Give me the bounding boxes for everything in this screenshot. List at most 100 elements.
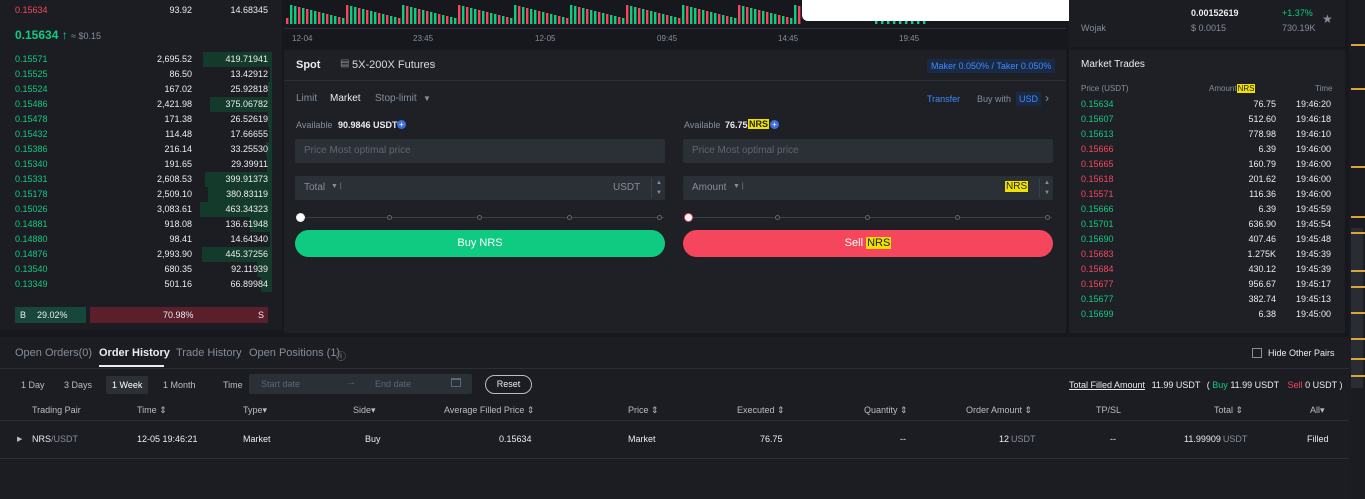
market-trade-row: 0.15677 382.74 19:45:13	[1081, 292, 1331, 307]
buy-slider-tick[interactable]	[657, 215, 662, 220]
row-order-amount-value: 12	[999, 434, 1010, 444]
scrollbar-thumb[interactable]	[1351, 228, 1363, 388]
buy-price-field[interactable]: Price Most optimal price	[295, 139, 665, 163]
sell-slider-tick[interactable]	[865, 215, 870, 220]
order-type-limit[interactable]: Limit	[296, 93, 317, 104]
sell-slider-tick[interactable]	[775, 215, 780, 220]
expand-row-icon[interactable]: ▶	[17, 435, 22, 443]
chevron-right-icon[interactable]: ›	[1045, 91, 1049, 105]
orderbook-row[interactable]: 0.14876 2,993.90 445.37256	[0, 247, 282, 262]
ticker-strip[interactable]: Wojak 0.00152619 $ 0.0015 +1.37% 730.19K…	[1069, 0, 1345, 47]
orderbook-row[interactable]: 0.15386 216.14 33.25530	[0, 142, 282, 157]
col-time[interactable]: Time ⇕	[137, 405, 167, 416]
orderbook-row[interactable]: 0.15340 191.65 29.39911	[0, 157, 282, 172]
stepper-icon[interactable]: ▲ ▼	[1039, 178, 1050, 198]
order-type-stop-limit[interactable]: Stop-limit	[375, 93, 417, 104]
buy-button[interactable]: Buy NRS	[295, 230, 665, 257]
stepper-icon[interactable]: ▲ ▼	[651, 178, 662, 198]
sell-slider-tick[interactable]	[1045, 215, 1050, 220]
col-executed[interactable]: Executed ⇕	[737, 405, 785, 416]
buy-slider-tick[interactable]	[567, 215, 572, 220]
orderbook-row[interactable]: 0.13540 680.35 92.11939	[0, 262, 282, 277]
range-1-day[interactable]: 1 Day	[15, 376, 51, 394]
orderbook-row[interactable]: 0.15178 2,509.10 380.83119	[0, 187, 282, 202]
col-side[interactable]: Side▾	[353, 405, 376, 416]
order-type-market[interactable]: Market	[330, 93, 361, 104]
buy-slider-tick[interactable]	[387, 215, 392, 220]
orderbook-row[interactable]: 0.14880 98.41 14.64340	[0, 232, 282, 247]
hide-pairs-label[interactable]: Hide Other Pairs	[1268, 348, 1335, 358]
orderbook-row[interactable]: 0.15432 114.48 17.66655	[0, 127, 282, 142]
buy-ratio-pct: 29.02%	[37, 310, 68, 320]
sell-slider-handle[interactable]	[684, 213, 693, 222]
tab-open-orders[interactable]: Open Orders(0)	[15, 347, 92, 359]
table-row[interactable]	[0, 425, 1349, 455]
row-type: Market	[243, 434, 271, 444]
price-chart[interactable]: 12-04 23:45 12-05 09:45 14:45 19:45	[284, 0, 1156, 47]
market-trade-amount: 430.12	[1248, 264, 1276, 274]
orderbook-row[interactable]: 0.15571 2,695.52 419.71941	[0, 52, 282, 67]
plus-circle-icon[interactable]: +	[770, 120, 779, 129]
buy-slider-tick[interactable]	[477, 215, 482, 220]
candle	[734, 18, 737, 24]
start-date[interactable]: Start date	[261, 379, 300, 389]
orderbook-price: 0.15026	[15, 204, 48, 214]
col-price[interactable]: Price ⇕	[628, 405, 659, 416]
buy-with-currency[interactable]: USD	[1016, 92, 1042, 106]
row-price: Market	[628, 434, 656, 444]
tab-order-history[interactable]: Order History	[99, 347, 170, 359]
star-icon[interactable]: ★	[1322, 12, 1333, 26]
market-trade-row: 0.15690 407.46 19:45:48	[1081, 232, 1331, 247]
end-date[interactable]: End date	[375, 379, 411, 389]
orderbook-row[interactable]: 0.15026 3,083.61 463.34323	[0, 202, 282, 217]
last-price-value: 0.15634	[15, 28, 59, 42]
sell-button[interactable]: Sell NRS	[683, 230, 1053, 257]
orderbook-row[interactable]: 0.14881 918.08 136.61948	[0, 217, 282, 232]
calendar-icon[interactable]	[451, 378, 461, 387]
tab-spot[interactable]: Spot	[296, 59, 320, 71]
orderbook-row[interactable]: 0.15525 86.50 13.42912	[0, 67, 282, 82]
orderbook-row[interactable]: 0.15524 167.02 25.92818	[0, 82, 282, 97]
orderbook-row[interactable]: 0.15478 171.38 26.52619	[0, 112, 282, 127]
orderbook-amount: 167.02	[164, 84, 192, 94]
info-icon[interactable]: ⓘ	[336, 348, 346, 363]
tab-trade-history[interactable]: Trade History	[176, 347, 242, 359]
buy-total-field[interactable]: Total ▼ | USDT ▲ ▼	[295, 176, 665, 200]
buy-slider-track[interactable]	[300, 217, 664, 218]
reset-button[interactable]: Reset	[485, 375, 532, 394]
orderbook-row[interactable]: 0.15331 2,608.53 399.91373	[0, 172, 282, 187]
range-3-days[interactable]: 3 Days	[58, 376, 98, 394]
hide-pairs-checkbox[interactable]	[1252, 348, 1262, 358]
range-1-week[interactable]: 1 Week	[106, 376, 149, 394]
candle	[402, 5, 405, 24]
sell-amount-field[interactable]: Amount ▼ | NRS ▲ ▼	[683, 176, 1053, 200]
orderbook-price: 0.15331	[15, 174, 48, 184]
buy-total-label[interactable]: Total	[304, 182, 325, 193]
sell-price-field[interactable]: Price Most optimal price	[683, 139, 1053, 163]
orderbook-top-row[interactable]: 0.15634 93.92 14.68345	[0, 3, 282, 18]
date-range-picker[interactable]: Start date → End date	[249, 374, 472, 394]
col-type[interactable]: Type▾	[243, 405, 267, 416]
plus-circle-icon[interactable]: +	[397, 120, 406, 129]
sell-slider-tick[interactable]	[955, 215, 960, 220]
sell-amount-label[interactable]: Amount	[692, 182, 726, 193]
sell-slider-track[interactable]	[688, 217, 1052, 218]
col-avg-price[interactable]: Average Filled Price ⇕	[444, 405, 534, 416]
orderbook-price: 0.13540	[15, 264, 48, 274]
col-total[interactable]: Total ⇕	[1214, 405, 1243, 416]
tab-futures[interactable]: 5X-200X Futures	[352, 59, 435, 71]
col-quantity[interactable]: Quantity ⇕	[864, 405, 908, 416]
transfer-link[interactable]: Transfer	[927, 94, 960, 104]
market-trade-amount: 956.67	[1248, 279, 1276, 289]
tab-open-positions[interactable]: Open Positions (1)	[249, 347, 340, 359]
candle	[578, 7, 581, 24]
candle	[762, 11, 765, 24]
orderbook-row[interactable]: 0.15486 2,421.98 375.06782	[0, 97, 282, 112]
buy-slider-handle[interactable]	[296, 213, 305, 222]
col-all[interactable]: All▾	[1310, 405, 1325, 416]
col-order-amount[interactable]: Order Amount ⇕	[966, 405, 1032, 416]
candle	[378, 13, 381, 24]
orderbook-row[interactable]: 0.13349 501.16 66.89984	[0, 277, 282, 292]
depth-bar	[270, 232, 272, 247]
range-1-month[interactable]: 1 Month	[157, 376, 202, 394]
